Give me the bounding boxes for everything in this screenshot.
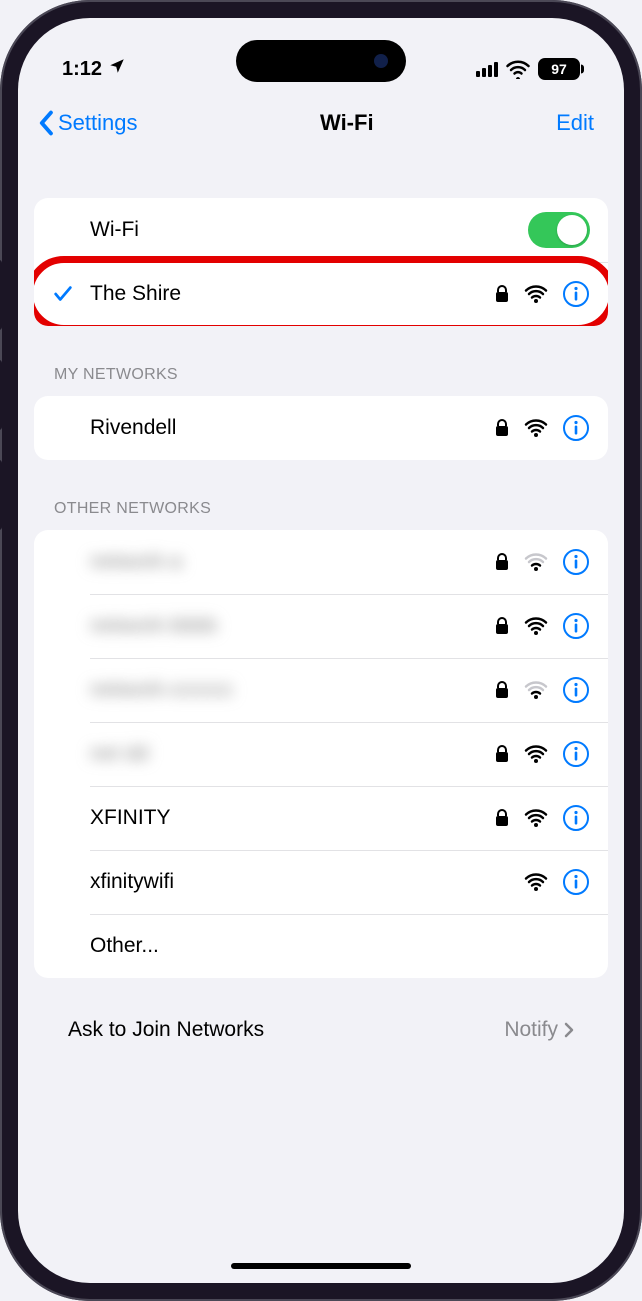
network-row[interactable]: XFINITY [34, 786, 608, 850]
wifi-status-icon [506, 59, 530, 79]
wifi-signal-icon [524, 872, 548, 892]
network-name: network-cccccc [90, 678, 494, 702]
network-name: xfinitywifi [90, 870, 524, 894]
back-label: Settings [58, 110, 138, 136]
info-button[interactable] [562, 868, 590, 896]
network-row[interactable]: Other... [34, 914, 608, 978]
connected-network-row[interactable]: The Shire [34, 262, 608, 326]
info-button[interactable] [562, 676, 590, 704]
network-name: Rivendell [90, 416, 494, 440]
wifi-toggle[interactable] [528, 212, 590, 248]
wifi-group: Wi-Fi The Shire [34, 198, 608, 326]
ask-to-join-row[interactable]: Ask to Join Networks Notify [34, 978, 608, 1042]
edit-button[interactable]: Edit [556, 110, 594, 136]
back-button[interactable]: Settings [38, 110, 138, 136]
info-button[interactable] [562, 740, 590, 768]
lock-icon [494, 418, 510, 438]
status-time: 1:12 [62, 58, 102, 81]
network-name: XFINITY [90, 806, 494, 830]
other-networks-group: network-a network-bbbb network-cccccc net d… [34, 530, 608, 978]
screen: 1:12 97 Settings Wi-Fi Edit [18, 18, 624, 1283]
home-indicator[interactable] [231, 1263, 411, 1269]
page-title: Wi-Fi [320, 110, 374, 136]
ask-to-join-label: Ask to Join Networks [68, 1018, 264, 1042]
battery-indicator: 97 [538, 58, 580, 80]
network-name: network-bbbb [90, 614, 494, 638]
connected-network-name: The Shire [90, 282, 494, 306]
network-row[interactable]: net dd [34, 722, 608, 786]
my-networks-header: My Networks [34, 326, 608, 396]
lock-icon [494, 284, 510, 304]
wifi-signal-icon [524, 744, 548, 764]
phone-device-frame: 1:12 97 Settings Wi-Fi Edit [0, 0, 642, 1301]
info-button[interactable] [562, 804, 590, 832]
wifi-signal-icon [524, 552, 548, 572]
network-row[interactable]: network-a [34, 530, 608, 594]
wifi-toggle-label: Wi-Fi [90, 218, 528, 242]
lock-icon [494, 744, 510, 764]
info-button[interactable] [562, 612, 590, 640]
my-networks-group: Rivendell [34, 396, 608, 460]
wifi-signal-icon [524, 680, 548, 700]
wifi-signal-icon [524, 808, 548, 828]
content-area: Wi-Fi The Shire [18, 198, 624, 1042]
network-name: net dd [90, 742, 494, 766]
lock-icon [494, 808, 510, 828]
info-button[interactable] [562, 548, 590, 576]
battery-level: 97 [551, 61, 567, 77]
lock-icon [494, 616, 510, 636]
network-row[interactable]: Rivendell [34, 396, 608, 460]
chevron-right-icon [564, 1022, 574, 1038]
wifi-toggle-row: Wi-Fi [34, 198, 608, 262]
wifi-signal-icon [524, 284, 548, 304]
info-button[interactable] [562, 280, 590, 308]
network-row[interactable]: network-bbbb [34, 594, 608, 658]
location-icon [108, 57, 126, 81]
network-row[interactable]: network-cccccc [34, 658, 608, 722]
cellular-icon [476, 61, 498, 77]
network-row[interactable]: xfinitywifi [34, 850, 608, 914]
ask-to-join-value: Notify [504, 1018, 558, 1042]
network-name: network-a [90, 550, 494, 574]
other-networks-header: Other Networks [34, 460, 608, 530]
wifi-signal-icon [524, 418, 548, 438]
wifi-signal-icon [524, 616, 548, 636]
dynamic-island [236, 40, 406, 82]
info-button[interactable] [562, 414, 590, 442]
lock-icon [494, 552, 510, 572]
checkmark-icon [52, 283, 90, 305]
lock-icon [494, 680, 510, 700]
navigation-bar: Settings Wi-Fi Edit [18, 88, 624, 150]
network-name: Other... [90, 934, 590, 958]
